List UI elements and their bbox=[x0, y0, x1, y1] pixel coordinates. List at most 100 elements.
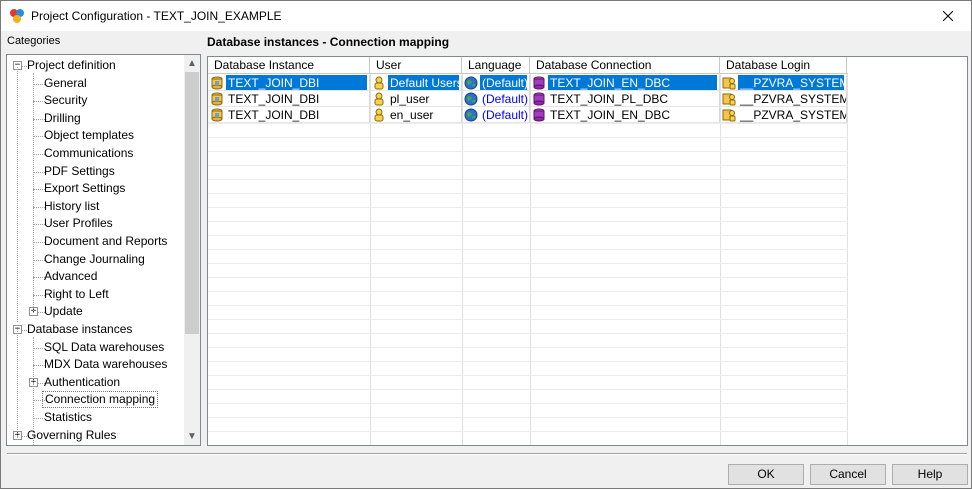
tree-item-user-profiles[interactable]: User Profiles bbox=[42, 215, 115, 232]
table-row[interactable]: TEXT_JOIN_DBI Default Users (Default) TEXT_… bbox=[208, 75, 848, 91]
tree-item-database-instances[interactable]: Database instances bbox=[25, 321, 134, 338]
grid-row-rule bbox=[208, 277, 848, 278]
tree-scrollbar[interactable]: ▲ ▼ bbox=[184, 55, 200, 445]
tree-item-general[interactable]: General bbox=[42, 75, 89, 92]
cell-user-text: pl_user bbox=[390, 92, 430, 106]
cell-database-connection[interactable]: TEXT_JOIN_PL_DBC bbox=[530, 91, 720, 107]
grid-row-rule bbox=[208, 389, 848, 390]
cell-language[interactable]: (Default) bbox=[462, 107, 530, 123]
tree-connector bbox=[17, 67, 18, 322]
cell-database-connection-text: TEXT_JOIN_EN_DBC bbox=[550, 108, 671, 122]
globe-icon bbox=[464, 76, 478, 90]
tree-item-update[interactable]: Update bbox=[42, 303, 85, 320]
tree-item-governing-rules[interactable]: Governing Rules bbox=[25, 427, 118, 444]
grid-row-rule bbox=[208, 347, 848, 348]
tree-item-pdf-settings[interactable]: PDF Settings bbox=[42, 163, 117, 180]
app-icon bbox=[10, 9, 24, 23]
cell-database-instance-text: TEXT_JOIN_DBI bbox=[228, 108, 320, 122]
grid-row-rule bbox=[208, 375, 848, 376]
cell-user-text: en_user bbox=[390, 108, 434, 122]
cell-user[interactable]: en_user bbox=[370, 107, 462, 123]
categories-tree[interactable]: − Project definition General Security Drilli… bbox=[6, 54, 201, 446]
cell-database-login[interactable]: __PZVRA_SYSTEM bbox=[720, 75, 847, 91]
tree-item-authentication[interactable]: Authentication bbox=[42, 374, 122, 391]
database-connection-icon bbox=[532, 92, 546, 106]
column-header-database-instance[interactable]: Database Instance bbox=[208, 57, 370, 74]
cell-database-instance[interactable]: TEXT_JOIN_DBI bbox=[208, 91, 370, 107]
cell-user[interactable]: pl_user bbox=[370, 91, 462, 107]
tree-item-object-templates[interactable]: Object templates bbox=[42, 127, 136, 144]
cell-database-login[interactable]: __PZVRA_SYSTEM bbox=[720, 91, 847, 107]
tree-item-mdx-data-warehouses[interactable]: MDX Data warehouses bbox=[42, 356, 169, 373]
tree-connector bbox=[33, 337, 34, 445]
section-title: Database instances - Connection mapping bbox=[207, 35, 450, 49]
tree-item-project-definition[interactable]: Project definition bbox=[25, 57, 118, 74]
column-header-user[interactable]: User bbox=[370, 57, 462, 74]
window-title: Project Configuration - TEXT_JOIN_EXAMPL… bbox=[31, 9, 282, 23]
cell-language-text: (Default) bbox=[482, 108, 529, 122]
grid-row-rule bbox=[208, 123, 848, 124]
help-button[interactable]: Help bbox=[892, 464, 968, 485]
cell-database-login-text: __PZVRA_SYSTEM bbox=[738, 75, 847, 90]
tree-item-sql-data-warehouses[interactable]: SQL Data warehouses bbox=[42, 339, 166, 356]
cell-database-instance[interactable]: TEXT_JOIN_DBI bbox=[208, 75, 370, 91]
column-header-database-login[interactable]: Database Login bbox=[720, 57, 847, 74]
grid-row-rule bbox=[208, 207, 848, 208]
table-row[interactable]: TEXT_JOIN_DBI en_user (Default) TEXT_JOIN_E… bbox=[208, 107, 848, 123]
close-button[interactable] bbox=[925, 1, 971, 31]
grid-row-rule bbox=[208, 137, 848, 138]
cell-language[interactable]: (Default) bbox=[462, 91, 530, 107]
cell-database-instance-text: TEXT_JOIN_DBI bbox=[226, 75, 367, 90]
user-icon bbox=[372, 108, 386, 122]
connection-mapping-grid[interactable]: Database Instance User Language Database… bbox=[207, 56, 968, 446]
categories-label: Categories bbox=[7, 35, 61, 47]
project-configuration-dialog: Project Configuration - TEXT_JOIN_EXAMPL… bbox=[0, 0, 972, 489]
cancel-button[interactable]: Cancel bbox=[810, 464, 886, 485]
tree-item-connection-mapping[interactable]: Connection mapping bbox=[42, 391, 159, 409]
tree-item-document-and-reports[interactable]: Document and Reports bbox=[42, 233, 169, 250]
categories-tree-content: − Project definition General Security Drilli… bbox=[7, 55, 185, 445]
cell-user[interactable]: Default Users bbox=[370, 75, 462, 91]
cell-database-connection[interactable]: TEXT_JOIN_EN_DBC bbox=[530, 75, 720, 91]
tree-item-communications[interactable]: Communications bbox=[42, 145, 135, 162]
tree-item-security[interactable]: Security bbox=[42, 92, 89, 109]
globe-icon bbox=[464, 108, 478, 122]
tree-item-drilling[interactable]: Drilling bbox=[42, 110, 83, 127]
tree-item-history-list[interactable]: History list bbox=[42, 198, 101, 215]
tree-item-right-to-left[interactable]: Right to Left bbox=[42, 286, 111, 303]
user-icon bbox=[372, 76, 386, 90]
cell-user-text: Default Users bbox=[388, 75, 462, 90]
cell-language-text: (Default) bbox=[482, 92, 529, 106]
cell-database-instance-text: TEXT_JOIN_DBI bbox=[228, 92, 320, 106]
scroll-up-icon[interactable]: ▲ bbox=[184, 55, 200, 72]
tree-connector bbox=[33, 73, 34, 313]
user-icon bbox=[372, 92, 386, 106]
scroll-thumb[interactable] bbox=[185, 72, 199, 334]
column-header-database-connection[interactable]: Database Connection bbox=[530, 57, 720, 74]
table-row[interactable]: TEXT_JOIN_DBI pl_user (Default) TEXT_JOIN_P… bbox=[208, 91, 848, 107]
database-instance-icon bbox=[210, 108, 224, 122]
grid-row-rule bbox=[208, 403, 848, 404]
title-bar: Project Configuration - TEXT_JOIN_EXAMPL… bbox=[1, 1, 971, 31]
grid-row-rule bbox=[208, 165, 848, 166]
scroll-down-icon[interactable]: ▼ bbox=[184, 428, 200, 445]
grid-row-rule bbox=[208, 333, 848, 334]
grid-row-rule bbox=[208, 319, 848, 320]
grid-row-rule bbox=[208, 179, 848, 180]
column-header-language[interactable]: Language bbox=[462, 57, 530, 74]
cell-language[interactable]: (Default) bbox=[462, 75, 530, 91]
cell-database-login-text: __PZVRA_SYSTEM bbox=[740, 108, 847, 122]
tree-item-advanced[interactable]: Advanced bbox=[42, 268, 99, 285]
ok-button[interactable]: OK bbox=[728, 464, 804, 485]
cell-database-instance[interactable]: TEXT_JOIN_DBI bbox=[208, 107, 370, 123]
database-instance-icon bbox=[210, 76, 224, 90]
tree-item-export-settings[interactable]: Export Settings bbox=[42, 180, 127, 197]
cell-database-login-text: __PZVRA_SYSTEM bbox=[740, 92, 847, 106]
grid-header: Database Instance User Language Database… bbox=[208, 57, 848, 74]
cell-database-connection[interactable]: TEXT_JOIN_EN_DBC bbox=[530, 107, 720, 123]
grid-row-rule bbox=[208, 417, 848, 418]
tree-item-change-journaling[interactable]: Change Journaling bbox=[42, 251, 147, 268]
database-instance-icon bbox=[210, 92, 224, 106]
cell-database-login[interactable]: __PZVRA_SYSTEM bbox=[720, 107, 847, 123]
tree-item-statistics[interactable]: Statistics bbox=[42, 409, 94, 426]
